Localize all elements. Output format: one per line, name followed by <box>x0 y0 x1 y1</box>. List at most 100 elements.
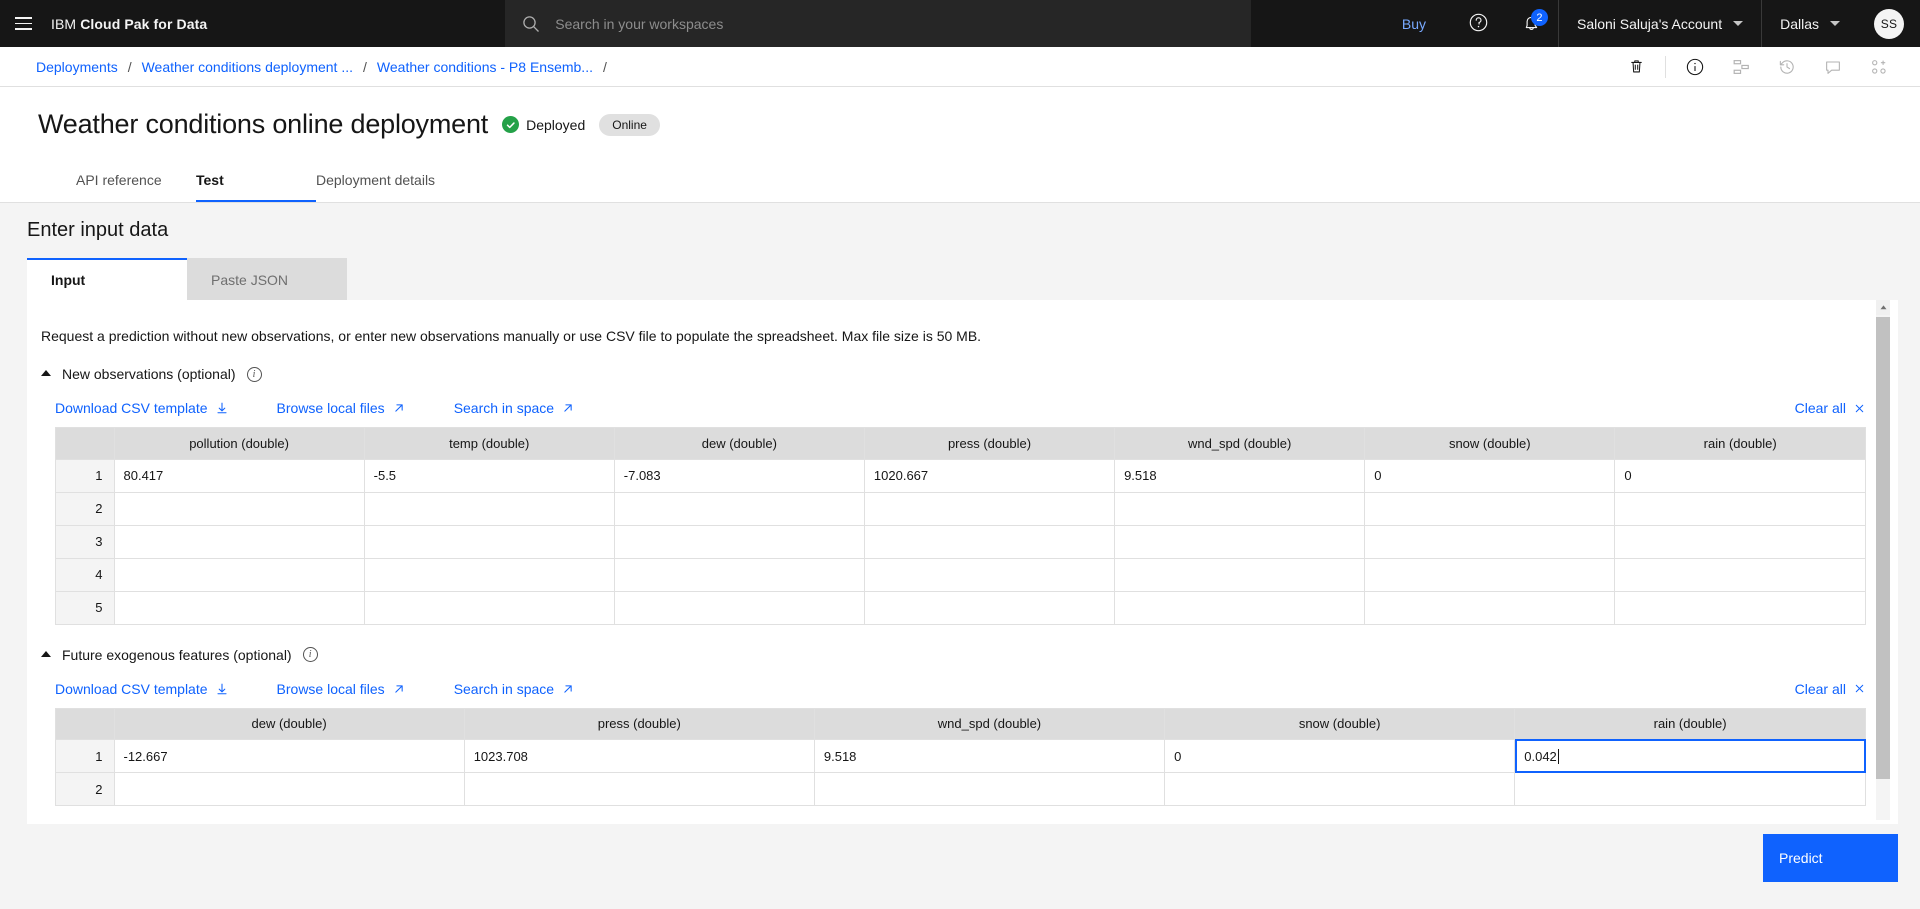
browse-local-files-link[interactable]: Browse local files <box>277 681 406 697</box>
column-header[interactable]: dew (double) <box>614 428 865 460</box>
panel-scrollbar[interactable] <box>1876 300 1890 820</box>
global-search[interactable] <box>505 0 1252 47</box>
grid-cell[interactable] <box>114 558 365 592</box>
grid-cell[interactable] <box>864 591 1116 625</box>
hamburger-menu-icon[interactable] <box>0 0 47 47</box>
brand-title[interactable]: IBM Cloud Pak for Data <box>47 0 221 47</box>
lineage-button[interactable] <box>1718 47 1764 87</box>
browse-local-files-link[interactable]: Browse local files <box>277 400 406 416</box>
notifications-button[interactable]: 2 <box>1505 0 1558 47</box>
grid-cell[interactable]: -5.5 <box>364 459 615 493</box>
grid-cell[interactable] <box>1614 591 1865 625</box>
grid-cell[interactable]: 0 <box>1164 739 1516 773</box>
grid-cell[interactable] <box>1114 558 1366 592</box>
column-header[interactable]: rain (double) <box>1614 428 1865 460</box>
history-button[interactable] <box>1764 47 1810 87</box>
grid-cell[interactable] <box>1114 525 1366 559</box>
grid-cell[interactable]: -7.083 <box>614 459 865 493</box>
scrollbar-thumb[interactable] <box>1876 317 1890 779</box>
grid-cell[interactable] <box>814 772 1166 806</box>
grid-cell[interactable] <box>1364 492 1616 526</box>
new-observations-toggle[interactable]: New observations (optional) i <box>27 366 1898 382</box>
grid-cell[interactable] <box>614 525 865 559</box>
delete-button[interactable] <box>1613 47 1659 87</box>
column-header[interactable]: press (double) <box>864 428 1116 460</box>
grid-cell[interactable]: 9.518 <box>1114 459 1366 493</box>
info-button[interactable] <box>1672 47 1718 87</box>
column-header[interactable]: wnd_spd (double) <box>814 708 1166 740</box>
grid-cell-active[interactable]: 0.042 <box>1514 739 1866 773</box>
grid-cell[interactable] <box>1364 558 1616 592</box>
region-switcher[interactable]: Dallas <box>1761 0 1858 47</box>
grid-cell[interactable] <box>1514 772 1865 806</box>
grid-cell[interactable] <box>464 772 815 806</box>
tab-test[interactable]: Test <box>196 160 316 202</box>
grid-cell[interactable] <box>864 492 1116 526</box>
grid-cell[interactable] <box>1114 492 1366 526</box>
grid-cell[interactable] <box>364 591 615 625</box>
grid-cell[interactable]: 80.417 <box>114 459 365 493</box>
user-avatar-wrap[interactable]: SS <box>1858 0 1920 47</box>
account-switcher[interactable]: Saloni Saluja's Account <box>1557 0 1761 47</box>
scroll-up-arrow-icon[interactable] <box>1876 300 1890 315</box>
grid-cell[interactable] <box>1614 525 1865 559</box>
info-icon[interactable]: i <box>302 647 318 662</box>
grid-cell[interactable] <box>614 558 865 592</box>
grid-cell[interactable] <box>114 591 365 625</box>
grid-cell[interactable] <box>1364 525 1616 559</box>
tab-deployment-details[interactable]: Deployment details <box>316 160 466 202</box>
breadcrumb-item-0[interactable]: Deployments <box>36 59 118 75</box>
column-header[interactable]: temp (double) <box>364 428 615 460</box>
future-exogenous-sheet-wrap: dew (double) press (double) wnd_spd (dou… <box>55 707 1866 806</box>
search-in-space-link[interactable]: Search in space <box>454 400 575 416</box>
clear-all-observations-link[interactable]: Clear all <box>1795 400 1866 416</box>
grid-cell[interactable] <box>614 492 865 526</box>
grid-cell[interactable] <box>114 525 365 559</box>
grid-cell[interactable] <box>1364 591 1616 625</box>
search-in-space-link[interactable]: Search in space <box>454 681 575 697</box>
grid-cell[interactable]: 0 <box>1614 459 1865 493</box>
grid-cell[interactable] <box>1164 772 1516 806</box>
column-header[interactable]: dew (double) <box>114 708 465 740</box>
breadcrumb-item-2[interactable]: Weather conditions - P8 Ensemb... <box>377 59 593 75</box>
grid-cell[interactable] <box>1114 591 1366 625</box>
tab-api-reference[interactable]: API reference <box>76 160 196 202</box>
column-header[interactable]: wnd_spd (double) <box>1114 428 1366 460</box>
search-input[interactable] <box>541 15 1236 32</box>
grid-cell[interactable] <box>614 591 865 625</box>
grid-cell[interactable] <box>1614 558 1865 592</box>
cell-edit-input[interactable]: 0.042 <box>1515 739 1866 773</box>
download-csv-template-link[interactable]: Download CSV template <box>55 681 229 697</box>
grid-cell[interactable] <box>364 492 615 526</box>
grid-cell[interactable]: 0 <box>1364 459 1616 493</box>
chevron-down-icon <box>1733 21 1744 26</box>
grid-cell[interactable] <box>364 558 615 592</box>
clear-all-future-link[interactable]: Clear all <box>1795 681 1866 697</box>
grid-cell[interactable]: -12.667 <box>114 739 465 773</box>
comment-button[interactable] <box>1810 47 1856 87</box>
grid-cell[interactable] <box>864 558 1116 592</box>
subtab-input[interactable]: Input <box>27 258 187 300</box>
predict-button[interactable]: Predict <box>1763 834 1898 882</box>
column-header[interactable]: press (double) <box>464 708 815 740</box>
grid-cell[interactable]: 1023.708 <box>464 739 815 773</box>
grid-cell[interactable]: 1020.667 <box>864 459 1116 493</box>
help-button[interactable] <box>1452 0 1505 47</box>
grid-cell[interactable] <box>864 525 1116 559</box>
future-exogenous-toggle[interactable]: Future exogenous features (optional) i <box>27 647 1898 663</box>
grid-cell[interactable]: 9.518 <box>814 739 1166 773</box>
download-csv-template-link[interactable]: Download CSV template <box>55 400 229 416</box>
column-header[interactable]: rain (double) <box>1514 708 1865 740</box>
subtab-paste-json[interactable]: Paste JSON <box>187 258 347 300</box>
info-icon[interactable]: i <box>246 366 262 382</box>
column-header[interactable]: snow (double) <box>1164 708 1516 740</box>
breadcrumb-item-1[interactable]: Weather conditions deployment ... <box>142 59 353 75</box>
grid-cell[interactable] <box>114 492 365 526</box>
buy-button[interactable]: Buy <box>1376 0 1452 47</box>
column-header[interactable]: snow (double) <box>1364 428 1616 460</box>
column-header[interactable]: pollution (double) <box>114 428 365 460</box>
grid-cell[interactable] <box>1614 492 1865 526</box>
grid-cell[interactable] <box>364 525 615 559</box>
grid-cell[interactable] <box>114 772 465 806</box>
manage-access-button[interactable] <box>1856 47 1902 87</box>
